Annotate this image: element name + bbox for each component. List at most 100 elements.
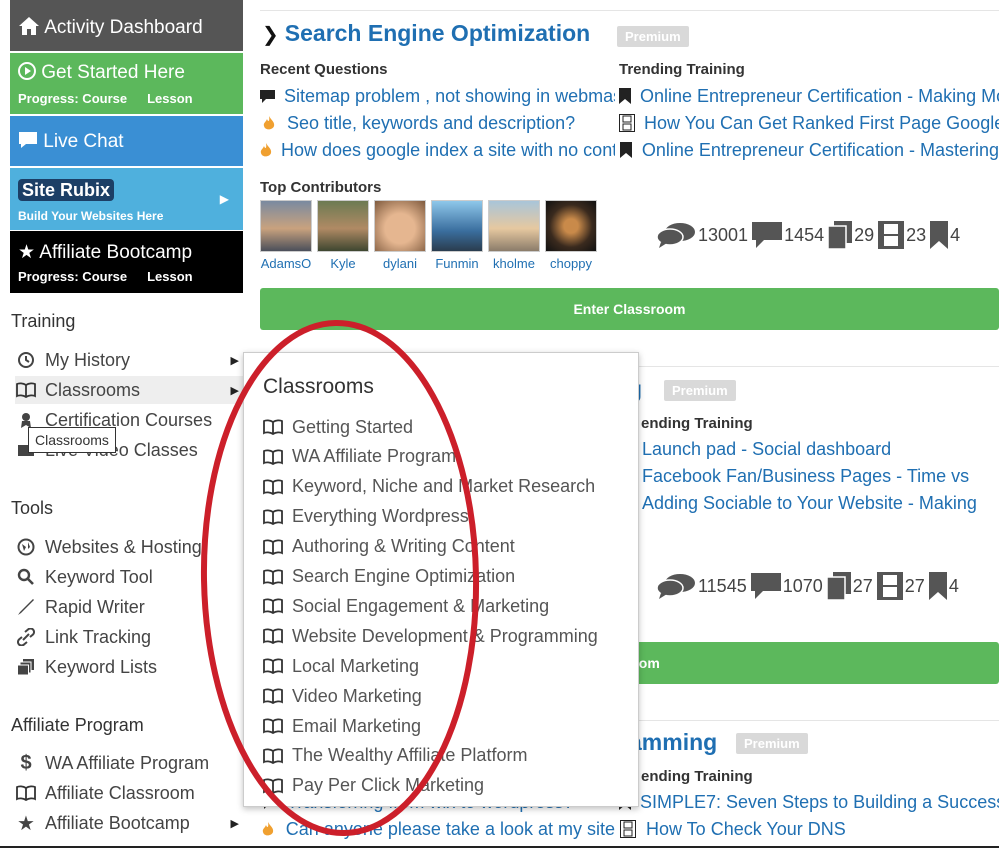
training-text: SIMPLE7: Seven Steps to Building a Succe… [640, 791, 999, 812]
flyout-item[interactable]: Local Marketing [263, 652, 419, 680]
live-chat-link[interactable]: Live Chat [10, 116, 243, 166]
enter-classroom-button[interactable]: Enter Classroom [260, 288, 999, 330]
trending-training-header: ending Training [641, 415, 753, 432]
training-item[interactable]: Facebook Fan/Business Pages - Time vs [642, 463, 999, 489]
sidebar-item-label: Link Tracking [45, 626, 152, 647]
training-text: Launch pad - Social dashboard [642, 438, 892, 459]
training-item[interactable]: How You Can Get Ranked First Page Google [619, 110, 999, 136]
flyout-item[interactable]: The Wealthy Affiliate Platform [263, 742, 527, 770]
get-started-link[interactable]: Get Started Here Progress: Course Lesson [10, 53, 243, 114]
contributor[interactable]: Kyle [317, 200, 369, 271]
card-title-text[interactable]: amming [629, 729, 717, 756]
flyout-item-label: Authoring & Writing Content [292, 536, 515, 557]
stats-row: 13001 1454 29 23 4 [656, 221, 964, 249]
question-item[interactable]: Can anyone please take a look at my site [260, 816, 615, 842]
flyout-item[interactable]: Email Marketing [263, 712, 421, 740]
siterubix-logo: Site Rubix [18, 179, 115, 201]
question-text: Sitemap problem , not showing in webmast… [284, 85, 615, 106]
sidebar-item-rapid-writer[interactable]: Rapid Writer [15, 593, 243, 621]
flyout-item[interactable]: Keyword, Niche and Market Research [263, 473, 595, 501]
trending-training-header: Trending Training [619, 61, 745, 78]
training-item[interactable]: How To Check Your DNS [619, 816, 999, 842]
film-icon [619, 820, 637, 838]
training-item[interactable]: Online Entrepreneur Certification - Mast… [619, 137, 999, 163]
flyout-item[interactable]: WA Affiliate Program [263, 443, 456, 471]
contributor[interactable]: AdamsO [260, 200, 312, 271]
training-text: How To Check Your DNS [646, 818, 846, 839]
book-icon [263, 509, 285, 525]
classrooms-tooltip: Classrooms [28, 427, 116, 453]
flyout-item[interactable]: Pay Per Click Marketing [263, 772, 484, 800]
avatar [488, 200, 540, 252]
sidebar-item-wa-affiliate[interactable]: $ WA Affiliate Program [15, 749, 243, 777]
progress-lesson-label: Lesson [147, 91, 193, 106]
flyout-item-label: The Wealthy Affiliate Platform [292, 745, 528, 766]
sidebar-item-classrooms[interactable]: Classrooms ▶ [15, 376, 243, 404]
screenshot-frame: Activity Dashboard Get Started Here Prog… [0, 0, 999, 854]
contributor[interactable]: kholme [488, 200, 540, 271]
get-started-label: Get Started Here [41, 62, 185, 83]
stat-value: 4 [950, 224, 961, 245]
activity-dashboard-link[interactable]: Activity Dashboard [10, 0, 243, 51]
affiliate-program-heading: Affiliate Program [11, 715, 144, 735]
avatar [545, 200, 597, 252]
contributor[interactable]: Funmin [431, 200, 483, 271]
question-item[interactable]: Seo title, keywords and description? [260, 110, 615, 136]
avatar [431, 200, 483, 252]
chevron-right-icon: ▶ [219, 192, 229, 206]
book-icon [263, 628, 285, 645]
tools-heading: Tools [11, 498, 54, 518]
avatar [260, 200, 312, 252]
sidebar-item-keyword-tool[interactable]: Keyword Tool [15, 563, 243, 591]
chat-icon [19, 132, 37, 148]
training-item[interactable]: Online Entrepreneur Certification - Maki… [619, 83, 999, 109]
flyout-item[interactable]: Everything Wordpress [263, 503, 469, 531]
siterubix-subtitle: Build Your Websites Here [18, 209, 164, 223]
training-item[interactable]: Adding Sociable to Your Website - Making [642, 490, 999, 516]
book-icon [15, 382, 37, 398]
contributor-name: choppy [550, 256, 592, 271]
flyout-item[interactable]: Authoring & Writing Content [263, 533, 515, 561]
contributor[interactable]: choppy [545, 200, 597, 271]
siterubix-link[interactable]: Site Rubix Build Your Websites Here ▶ [10, 168, 243, 230]
fire-icon [260, 142, 272, 158]
flyout-item[interactable]: Video Marketing [263, 682, 422, 710]
sidebar-item-affiliate-classroom[interactable]: Affiliate Classroom [15, 779, 243, 807]
sidebar-item-keyword-lists[interactable]: Keyword Lists [15, 653, 243, 681]
training-item[interactable]: SIMPLE7: Seven Steps to Building a Succe… [619, 789, 999, 815]
flyout-item[interactable]: Social Engagement & Marketing [263, 592, 549, 620]
flyout-item-label: Social Engagement & Marketing [292, 595, 550, 616]
question-item[interactable]: Sitemap problem , not showing in webmast… [260, 83, 615, 109]
flyout-item[interactable]: Search Engine Optimization [263, 563, 515, 591]
sidebar-item-websites[interactable]: Websites & Hosting [15, 533, 243, 561]
affiliate-bootcamp-link[interactable]: ★ Affiliate Bootcamp Progress: Course Les… [10, 231, 243, 293]
chevron-right-icon: ❯ [262, 24, 279, 46]
flyout-item[interactable]: Getting Started [263, 413, 413, 441]
sidebar-item-link-tracking[interactable]: Link Tracking [15, 623, 243, 651]
contributor-name: Kyle [330, 256, 356, 271]
premium-badge: Premium [617, 26, 689, 47]
sidebar-item-affiliate-bootcamp[interactable]: ★ Affiliate Bootcamp ▶ [15, 809, 243, 837]
stats-row: 11545 1070 27 27 4 [656, 572, 963, 600]
book-icon [263, 449, 285, 465]
bootcamp-progress-course-label: Progress: Course [18, 269, 128, 284]
bookmark-icon [619, 88, 631, 104]
classroom-card-seo: ❯ Search Engine Optimization Premium Rece… [252, 0, 999, 340]
recent-questions-header: Recent Questions [260, 61, 388, 78]
card-title-text: Search Engine Optimization [284, 20, 591, 46]
globe-icon [15, 538, 37, 556]
stat-value: 29 [854, 224, 875, 245]
training-item[interactable]: Launch pad - Social dashboard [642, 436, 999, 462]
sidebar-item-my-history[interactable]: My History ▶ [15, 346, 243, 374]
training-text: Online Entrepreneur Certification - Maki… [640, 85, 999, 106]
training-text: Facebook Fan/Business Pages - Time vs [642, 465, 970, 486]
play-circle-icon [18, 62, 36, 80]
bookmark-icon [619, 142, 633, 158]
contributor[interactable]: dylani [374, 200, 426, 271]
book-icon [263, 718, 285, 734]
flyout-item-label: Pay Per Click Marketing [292, 775, 485, 796]
flyout-item[interactable]: Website Development & Programming [263, 622, 598, 650]
card-title[interactable]: ❯ Search Engine Optimization [262, 20, 590, 47]
question-item[interactable]: How does google index a site with no con… [260, 137, 615, 163]
copy-icon [828, 221, 853, 249]
